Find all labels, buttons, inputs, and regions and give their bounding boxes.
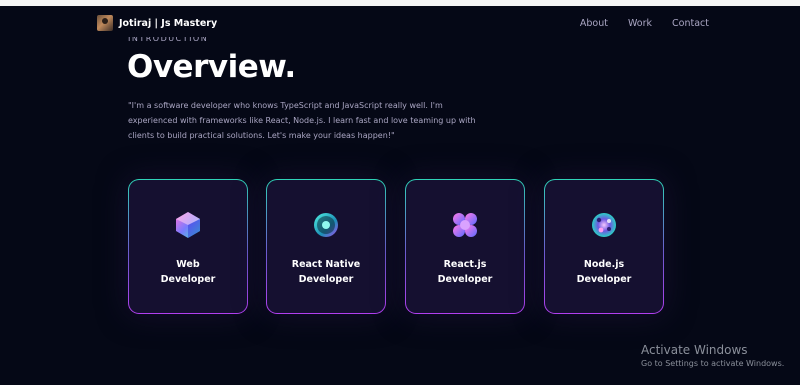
- page-title: Overview.: [127, 49, 296, 85]
- web-icon: [176, 212, 200, 238]
- service-card-label: React.js Developer: [437, 259, 493, 285]
- service-card-body: React.js Developer: [406, 180, 524, 313]
- watermark-title: Activate Windows: [641, 343, 748, 357]
- service-card-node[interactable]: Node.js Developer: [544, 179, 664, 314]
- avatar: [97, 15, 113, 31]
- service-card-label: Node.js Developer: [576, 259, 632, 285]
- service-card-web[interactable]: Web Developer: [128, 179, 248, 314]
- nav-links: About Work Contact: [580, 18, 709, 29]
- brand-link[interactable]: Jotiraj | Js Mastery: [97, 15, 217, 31]
- windows-activation-watermark: Activate Windows Go to Settings to activ…: [641, 343, 784, 368]
- nav-link-about[interactable]: About: [580, 18, 608, 29]
- service-card-body: Node.js Developer: [545, 180, 663, 313]
- node-icon: [592, 213, 616, 237]
- service-card-body: React Native Developer: [267, 180, 385, 313]
- service-card-react-native[interactable]: React Native Developer: [266, 179, 386, 314]
- navbar: Jotiraj | Js Mastery About Work Contact: [0, 6, 800, 40]
- service-card-label: Web Developer: [160, 259, 216, 285]
- service-card-react[interactable]: React.js Developer: [405, 179, 525, 314]
- brand-name: Jotiraj | Js Mastery: [119, 17, 218, 29]
- overview-description: "I'm a software developer who knows Type…: [128, 101, 476, 140]
- mobile-icon: [314, 213, 338, 237]
- watermark-subtitle: Go to Settings to activate Windows.: [641, 359, 785, 368]
- service-card-label: React Native Developer: [291, 259, 361, 285]
- nav-link-work[interactable]: Work: [628, 18, 652, 29]
- service-card-body: Web Developer: [129, 180, 247, 313]
- react-icon: [453, 213, 477, 237]
- intro-label: INTRODUCTION: [128, 37, 209, 43]
- nav-link-contact[interactable]: Contact: [672, 18, 709, 29]
